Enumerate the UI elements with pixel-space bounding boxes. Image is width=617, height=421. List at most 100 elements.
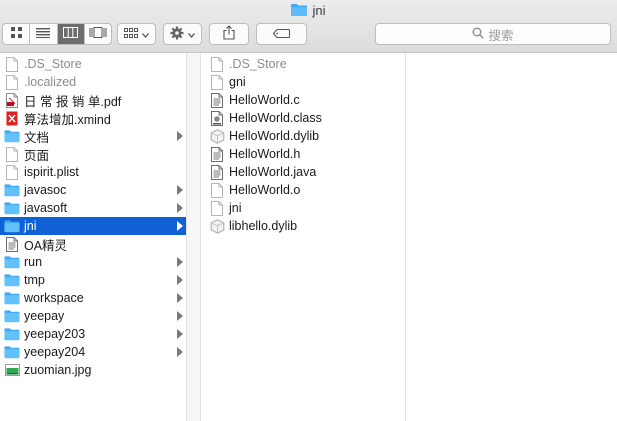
item-name: HelloWorld.dylib: [229, 129, 320, 143]
item-name: jni: [229, 201, 242, 215]
item-name: HelloWorld.class: [229, 111, 322, 125]
text-file-icon: [209, 164, 225, 180]
folder-icon: [4, 326, 20, 342]
disclosure-arrow-icon: [177, 293, 183, 303]
finder-column-2[interactable]: .DS_Storegni HelloWorld.c HelloWorld.class…: [200, 53, 406, 421]
action-button[interactable]: [163, 23, 202, 45]
folder-row[interactable]: run: [0, 253, 186, 271]
item-name: HelloWorld.java: [229, 165, 317, 179]
pdf-icon: [4, 92, 20, 108]
list-view-button[interactable]: [30, 24, 58, 44]
share-icon: [223, 25, 235, 43]
file-row[interactable]: HelloWorld.o: [201, 181, 405, 199]
folder-icon: [4, 218, 20, 234]
disclosure-arrow-icon: [177, 185, 183, 195]
class-file-icon: [209, 110, 225, 126]
file-row[interactable]: HelloWorld.h: [201, 145, 405, 163]
grid-icon: [10, 27, 22, 41]
file-row[interactable]: HelloWorld.java: [201, 163, 405, 181]
file-row[interactable]: 算法增加.xmind: [0, 109, 186, 127]
item-name: 算法增加.xmind: [24, 112, 111, 127]
folder-row[interactable]: tmp: [0, 271, 186, 289]
column-view-button[interactable]: [57, 24, 85, 44]
folder-row[interactable]: workspace: [0, 289, 186, 307]
image-icon: [4, 362, 20, 378]
file-row[interactable]: HelloWorld.c: [201, 91, 405, 109]
item-name: 日 常 报 销 单.pdf: [24, 94, 122, 109]
file-icon: [4, 56, 20, 72]
finder-column-3[interactable]: [406, 53, 617, 421]
tag-button[interactable]: [256, 23, 307, 45]
folder-icon: [4, 272, 20, 288]
folder-icon: [4, 128, 20, 144]
file-row[interactable]: gni: [201, 73, 405, 91]
folder-icon: [4, 344, 20, 360]
file-row[interactable]: .DS_Store: [0, 55, 186, 73]
file-row[interactable]: ispirit.plist: [0, 163, 186, 181]
file-row[interactable]: HelloWorld.dylib: [201, 127, 405, 145]
list-icon: [36, 27, 51, 41]
file-row[interactable]: zuomian.jpg: [0, 361, 186, 379]
disclosure-arrow-icon: [177, 203, 183, 213]
item-name: yeepay203: [24, 327, 86, 341]
arrange-button[interactable]: [117, 23, 156, 45]
item-name: HelloWorld.c: [229, 93, 300, 107]
item-name: jni: [24, 219, 37, 233]
file-icon: [4, 164, 20, 180]
text-file-icon: [209, 146, 225, 162]
item-name: workspace: [24, 291, 84, 305]
folder-icon: [4, 254, 20, 270]
item-name: yeepay204: [24, 345, 86, 359]
item-name: javasoft: [24, 201, 68, 215]
folder-row[interactable]: yeepay203: [0, 325, 186, 343]
file-row[interactable]: jni: [201, 199, 405, 217]
gear-icon: [170, 26, 184, 43]
text-file-icon: [209, 92, 225, 108]
item-name: HelloWorld.h: [229, 147, 301, 161]
disclosure-arrow-icon: [177, 257, 183, 267]
icon-view-button[interactable]: [3, 24, 31, 44]
dylib-icon: [209, 218, 225, 234]
folder-row[interactable]: jni: [0, 217, 186, 235]
finder-column-1[interactable]: .DS_Store .localized 日 常 报 销 单.pdf 算法增加.xmi…: [0, 53, 187, 421]
file-row[interactable]: .localized: [0, 73, 186, 91]
item-name: .DS_Store: [24, 57, 82, 71]
folder-row[interactable]: javasoft: [0, 199, 186, 217]
cover-flow-icon: [89, 27, 107, 41]
file-icon: [209, 74, 225, 90]
file-row[interactable]: .DS_Store: [201, 55, 405, 73]
item-name: OA精灵: [24, 238, 68, 253]
search-icon: [472, 27, 488, 42]
item-name: gni: [229, 75, 246, 89]
text-file-icon: [4, 236, 20, 252]
file-row[interactable]: libhello.dylib: [201, 217, 405, 235]
folder-row[interactable]: yeepay204: [0, 343, 186, 361]
share-button[interactable]: [209, 23, 249, 45]
window-title-bar: jni: [0, 2, 617, 19]
disclosure-arrow-icon: [177, 221, 183, 231]
xmind-icon: [4, 110, 20, 126]
view-mode-switcher[interactable]: [2, 23, 112, 45]
tag-icon: [272, 27, 291, 41]
folder-row[interactable]: 文档: [0, 127, 186, 145]
folder-icon: [4, 308, 20, 324]
file-row[interactable]: OA精灵: [0, 235, 186, 253]
cover-flow-button[interactable]: [85, 24, 111, 44]
file-row[interactable]: 页面: [0, 145, 186, 163]
column-resize-gutter[interactable]: [187, 53, 200, 421]
file-row[interactable]: HelloWorld.class: [201, 109, 405, 127]
folder-row[interactable]: javasoc: [0, 181, 186, 199]
search-field[interactable]: 搜索: [375, 23, 611, 45]
folder-icon: [4, 182, 20, 198]
folder-icon: [4, 200, 20, 216]
disclosure-arrow-icon: [177, 275, 183, 285]
item-name: 文档: [24, 130, 50, 145]
chevron-down-icon: [142, 27, 149, 41]
item-name: javasoc: [24, 183, 67, 197]
item-name: libhello.dylib: [229, 219, 298, 233]
folder-row[interactable]: yeepay: [0, 307, 186, 325]
file-icon: [4, 74, 20, 90]
file-icon: [209, 56, 225, 72]
file-row[interactable]: 日 常 报 销 单.pdf: [0, 91, 186, 109]
toolbar: jni 搜索: [0, 0, 617, 53]
